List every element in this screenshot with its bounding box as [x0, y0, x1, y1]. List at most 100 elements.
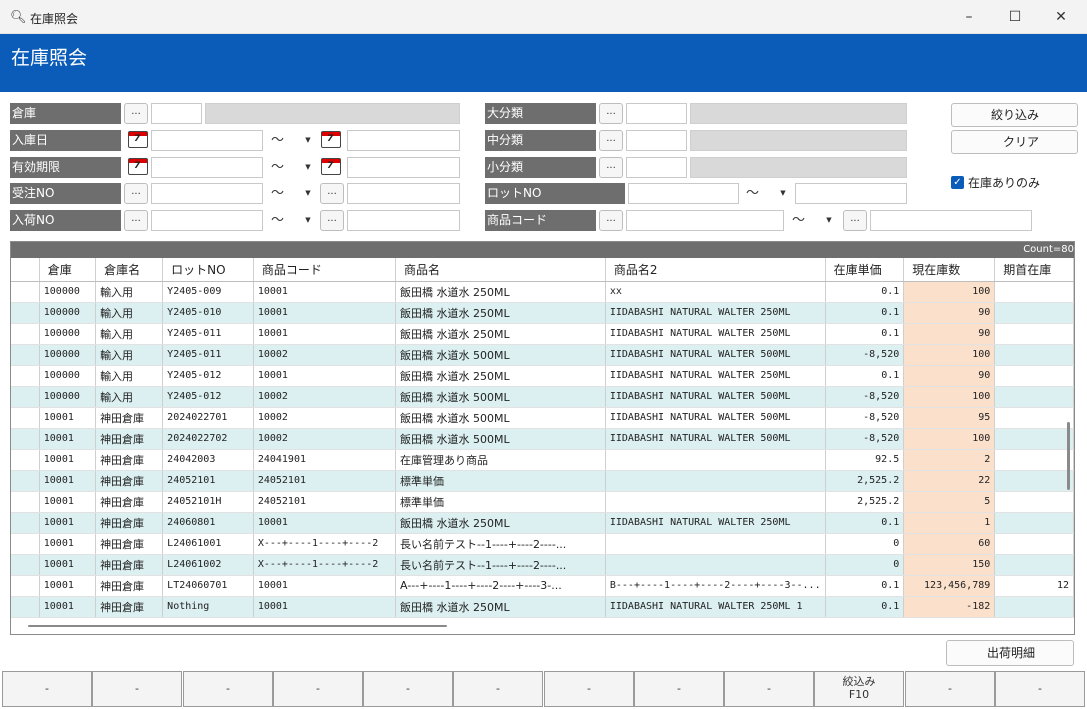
- chevron-down-icon[interactable]: ▼: [777, 183, 789, 204]
- row-header[interactable]: [11, 449, 40, 471]
- row-header[interactable]: [11, 386, 40, 408]
- order-no-from-input[interactable]: [151, 183, 263, 204]
- table-row[interactable]: 10001 神田倉庫 L24061002 X---+----1----+----2 長い…: [11, 554, 1074, 576]
- table-row[interactable]: 100000 輸入用 Y2405-011 10002 飯田橋 水道水 500ML IIDA…: [11, 344, 1074, 366]
- minor-category-lookup-button[interactable]: ...: [599, 157, 623, 178]
- table-row[interactable]: 10001 神田倉庫 24052101 24052101 標準単価 2,525.2 22: [11, 470, 1074, 492]
- function-key-8[interactable]: -: [634, 671, 724, 707]
- function-key-12[interactable]: -: [995, 671, 1085, 707]
- table-row[interactable]: 10001 神田倉庫 L24061001 X---+----1----+----2 長い…: [11, 533, 1074, 555]
- row-header[interactable]: [11, 512, 40, 534]
- lot-no-to-input[interactable]: [795, 183, 907, 204]
- table-row[interactable]: 100000 輸入用 Y2405-012 10002 飯田橋 水道水 500ML IIDA…: [11, 386, 1074, 408]
- table-row[interactable]: 10001 神田倉庫 2024022702 10002 飯田橋 水道水 500ML IID…: [11, 428, 1074, 450]
- chevron-down-icon[interactable]: ▼: [823, 210, 835, 231]
- calendar-icon[interactable]: 7: [128, 131, 148, 148]
- row-header[interactable]: [11, 554, 40, 576]
- maximize-button[interactable]: ☐: [992, 0, 1038, 34]
- minor-category-code-input[interactable]: [626, 157, 687, 178]
- row-header[interactable]: [11, 491, 40, 513]
- order-no-to-lookup-button[interactable]: ...: [320, 183, 344, 204]
- function-key-6[interactable]: -: [453, 671, 543, 707]
- arrival-no-to-input[interactable]: [347, 210, 460, 231]
- receipt-date-from-input[interactable]: [151, 130, 263, 151]
- table-row[interactable]: 10001 神田倉庫 24042003 24041901 在庫管理あり商品 92.5 2: [11, 449, 1074, 471]
- table-row[interactable]: 10001 神田倉庫 24060801 10001 飯田橋 水道水 250ML IIDAB…: [11, 512, 1074, 534]
- chevron-down-icon[interactable]: ▼: [302, 210, 314, 231]
- row-header[interactable]: [11, 596, 40, 618]
- row-header[interactable]: [11, 428, 40, 450]
- column-header[interactable]: ロットNO: [162, 258, 254, 282]
- chevron-down-icon[interactable]: ▼: [302, 130, 314, 151]
- product-code-lookup-button[interactable]: ...: [599, 210, 623, 231]
- row-header[interactable]: [11, 302, 40, 324]
- mid-category-code-input[interactable]: [626, 130, 687, 151]
- major-category-lookup-button[interactable]: ...: [599, 103, 623, 124]
- calendar-icon[interactable]: 7: [321, 158, 341, 175]
- vertical-scrollbar[interactable]: [1067, 422, 1070, 490]
- clear-button[interactable]: クリア: [951, 130, 1078, 154]
- calendar-icon[interactable]: 7: [321, 131, 341, 148]
- arrival-no-to-lookup-button[interactable]: ...: [320, 210, 344, 231]
- function-key-10[interactable]: 絞込み F10: [814, 671, 904, 707]
- product-code-to-input[interactable]: [870, 210, 1032, 231]
- row-header[interactable]: [11, 407, 40, 429]
- major-category-code-input[interactable]: [626, 103, 687, 124]
- row-header[interactable]: [11, 533, 40, 555]
- horizontal-scrollbar[interactable]: [28, 625, 447, 627]
- table-row[interactable]: 100000 輸入用 Y2405-012 10001 飯田橋 水道水 250ML IIDA…: [11, 365, 1074, 387]
- arrival-no-lookup-button[interactable]: ...: [124, 210, 148, 231]
- column-header[interactable]: 倉庫: [39, 258, 97, 282]
- row-header[interactable]: [11, 344, 40, 366]
- column-header[interactable]: 商品コード: [253, 258, 397, 282]
- table-row[interactable]: 100000 輸入用 Y2405-010 10001 飯田橋 水道水 250ML IIDA…: [11, 302, 1074, 324]
- table-cell: 標準単価: [395, 491, 606, 513]
- close-button[interactable]: ✕: [1038, 0, 1084, 34]
- table-row[interactable]: 100000 輸入用 Y2405-011 10001 飯田橋 水道水 250ML IIDA…: [11, 323, 1074, 345]
- chevron-down-icon[interactable]: ▼: [302, 183, 314, 204]
- row-header[interactable]: [11, 365, 40, 387]
- column-header[interactable]: 現在庫数: [903, 258, 996, 282]
- table-row[interactable]: 10001 神田倉庫 Nothing 10001 飯田橋 水道水 250ML IIDABA…: [11, 596, 1074, 618]
- row-header[interactable]: [11, 575, 40, 597]
- in-stock-only-checkbox[interactable]: ✓: [951, 176, 964, 189]
- warehouse-code-input[interactable]: [151, 103, 202, 124]
- shipment-details-button[interactable]: 出荷明細: [946, 640, 1074, 666]
- function-key-3[interactable]: -: [183, 671, 273, 707]
- mid-category-lookup-button[interactable]: ...: [599, 130, 623, 151]
- column-header[interactable]: 倉庫名: [95, 258, 164, 282]
- warehouse-lookup-button[interactable]: ...: [124, 103, 148, 124]
- function-key-11[interactable]: -: [905, 671, 995, 707]
- receipt-date-to-input[interactable]: [347, 130, 460, 151]
- column-header[interactable]: 在庫単価: [825, 258, 905, 282]
- function-key-4[interactable]: -: [273, 671, 363, 707]
- column-header[interactable]: 商品名: [395, 258, 606, 282]
- table-row[interactable]: 10001 神田倉庫 LT24060701 10001 A---+----1----+-…: [11, 575, 1074, 597]
- column-header[interactable]: 商品名2: [605, 258, 826, 282]
- chevron-down-icon[interactable]: ▼: [302, 157, 314, 178]
- order-no-to-input[interactable]: [347, 183, 460, 204]
- function-key-9[interactable]: -: [724, 671, 814, 707]
- table-row[interactable]: 10001 神田倉庫 2024022701 10002 飯田橋 水道水 500ML IID…: [11, 407, 1074, 429]
- lot-no-from-input[interactable]: [628, 183, 739, 204]
- function-key-7[interactable]: -: [544, 671, 634, 707]
- filter-button[interactable]: 絞り込み: [951, 103, 1078, 127]
- expiry-from-input[interactable]: [151, 157, 263, 178]
- table-row[interactable]: 100000 輸入用 Y2405-009 10001 飯田橋 水道水 250ML xx 0.…: [11, 281, 1074, 303]
- minimize-button[interactable]: –: [946, 0, 992, 34]
- row-header[interactable]: [11, 281, 40, 303]
- arrival-no-from-input[interactable]: [151, 210, 263, 231]
- row-header[interactable]: [11, 323, 40, 345]
- function-key-1[interactable]: -: [2, 671, 92, 707]
- product-code-to-lookup-button[interactable]: ...: [843, 210, 867, 231]
- expiry-to-input[interactable]: [347, 157, 460, 178]
- function-key-2[interactable]: -: [92, 671, 182, 707]
- column-header[interactable]: 期首在庫: [994, 258, 1074, 282]
- inventory-grid[interactable]: Count=80 倉庫 倉庫名 ロットNO 商品コード 商品名 商品名2 在庫単…: [10, 241, 1075, 635]
- calendar-icon[interactable]: 7: [128, 158, 148, 175]
- product-code-from-input[interactable]: [626, 210, 784, 231]
- order-no-lookup-button[interactable]: ...: [124, 183, 148, 204]
- function-key-5[interactable]: -: [363, 671, 453, 707]
- table-row[interactable]: 10001 神田倉庫 24052101H 24052101 標準単価 2,525.2 5: [11, 491, 1074, 513]
- row-header[interactable]: [11, 470, 40, 492]
